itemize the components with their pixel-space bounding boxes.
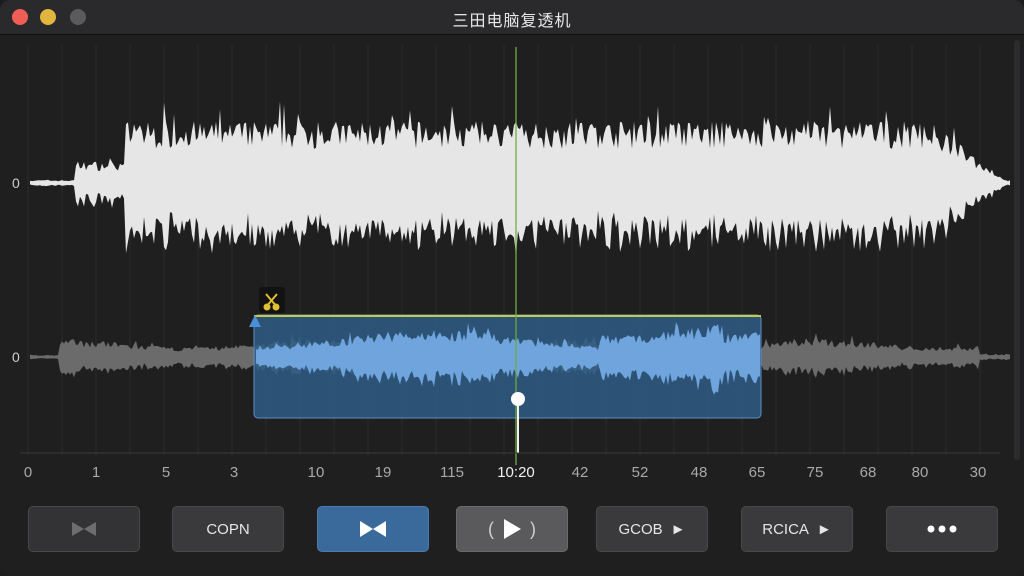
transport-toolbar: COPN ( ) GCOB ► RCICA ► [0,506,1024,554]
timeline-label: 42 [572,464,589,481]
title-bar: 三田电脑复透机 [0,0,1024,35]
timeline-label: 75 [807,464,824,481]
vertical-scrollbar[interactable] [1014,40,1020,460]
timeline-label: 1 [92,464,100,481]
play-arrow-icon: ► [816,520,832,538]
gcob-button[interactable]: GCOB ► [596,506,708,552]
play-icon [504,519,521,539]
timeline-ruler[interactable]: 0 1 5 3 10 19 115 10:20 42 52 48 65 75 68 80 30 [24,464,987,481]
rcica-button[interactable]: RCICA ► [741,506,853,552]
play-arrow-icon: ► [670,520,686,538]
paren-left-icon: ( [488,518,494,539]
timeline-label: 30 [970,464,987,481]
timeline-label: 115 [440,464,464,481]
scrubber-knob[interactable] [511,392,525,406]
timeline-label: 68 [860,464,877,481]
timeline-label: 10:20 [497,464,535,481]
timeline-label: 3 [230,464,238,481]
top-track-waveform[interactable] [30,101,1010,255]
play-button[interactable]: ( ) [456,506,568,552]
bowtie-dim-button[interactable] [28,506,140,552]
timeline-label: 10 [308,464,325,481]
timeline-label: 80 [912,464,929,481]
paren-right-icon: ) [530,518,536,539]
window-title: 三田电脑复透机 [452,11,572,30]
timeline-label: 48 [691,464,708,481]
bowtie-icon [72,522,96,536]
rcica-button-label: RCICA [762,520,809,538]
timeline-label: 65 [749,464,766,481]
timeline-label: 19 [375,464,392,481]
more-button[interactable] [886,506,998,552]
timeline-label: 5 [162,464,170,481]
copn-button[interactable]: COPN [172,506,284,552]
gcob-button-label: GCOB [618,520,663,538]
waveform-editor[interactable]: 0 0 0 1 5 3 10 19 115 10:20 42 52 48 65 75 68 80 30 [0,35,1024,505]
timeline-label: 52 [632,464,649,481]
more-icon [927,525,957,533]
timeline-label: 0 [24,464,32,481]
bottom-track-zero-label: 0 [12,349,20,365]
bowtie-icon [360,521,386,537]
top-track-zero-label: 0 [12,175,20,191]
copn-button-label: COPN [206,520,250,538]
bowtie-active-button[interactable] [317,506,429,552]
